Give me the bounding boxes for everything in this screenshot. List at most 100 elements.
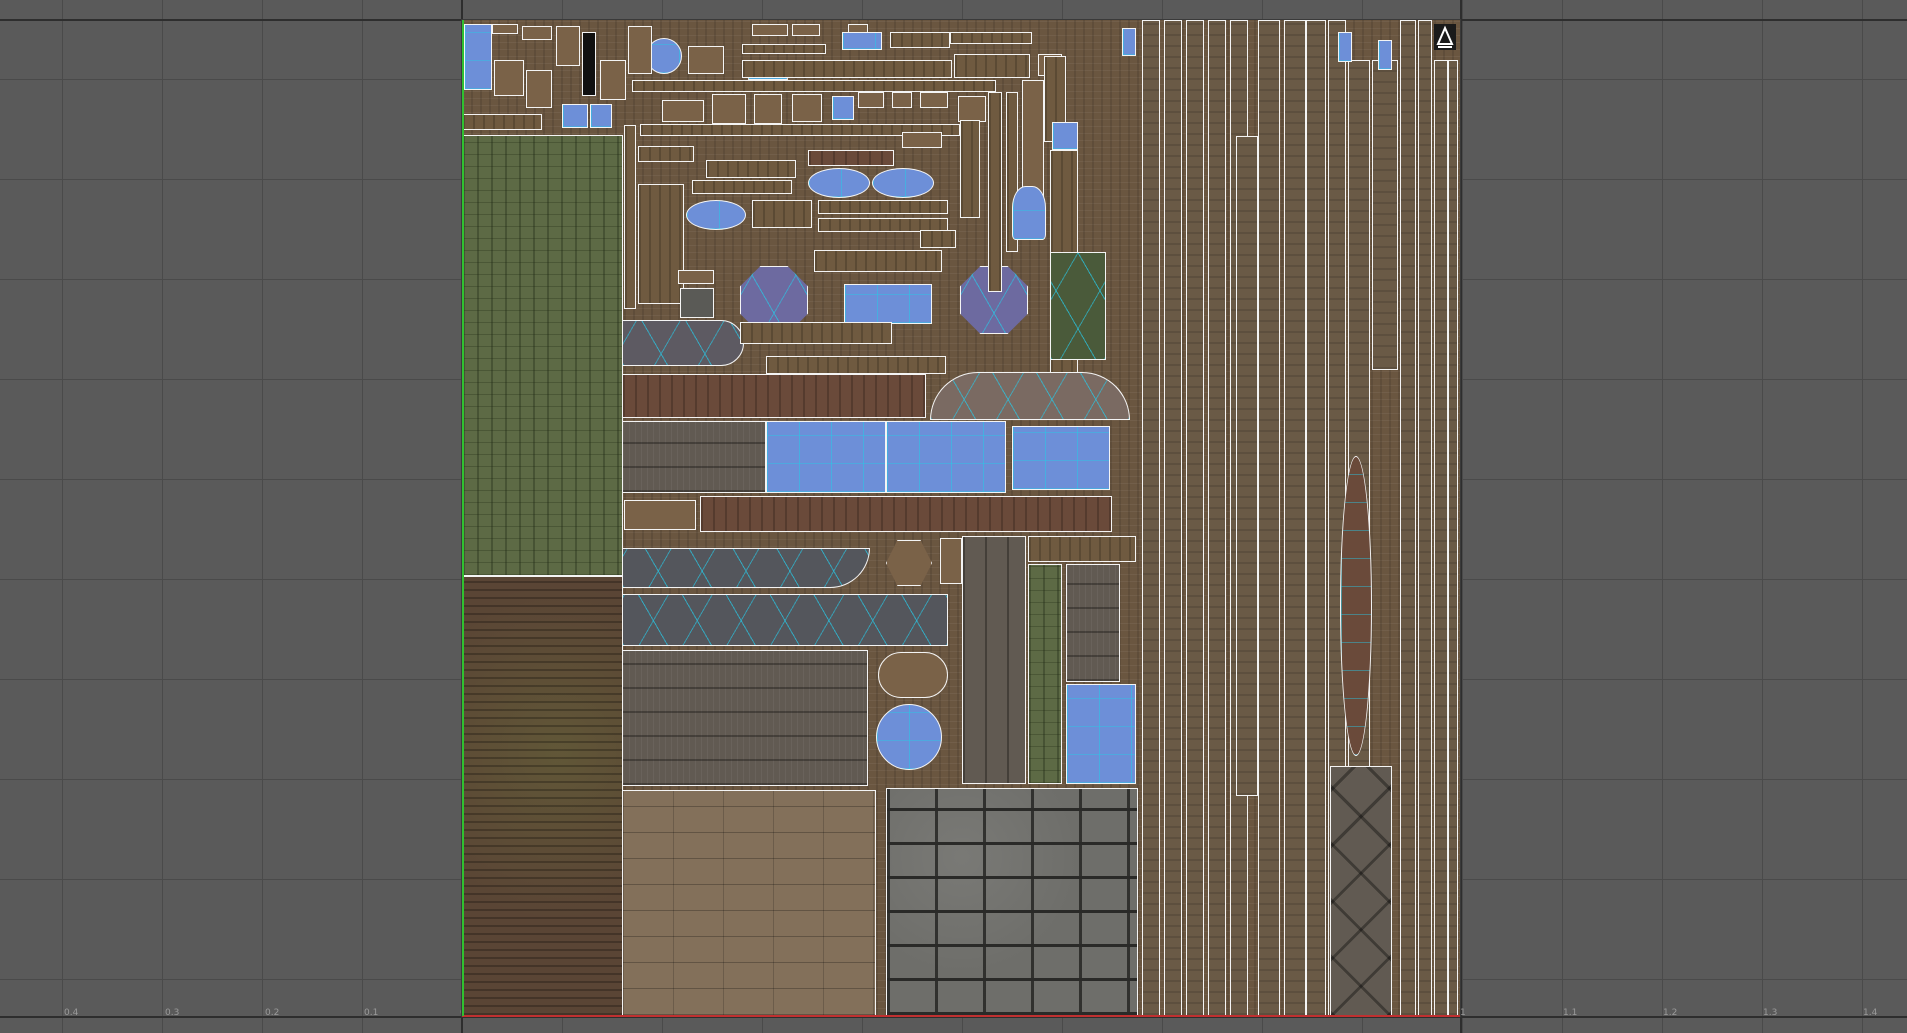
uv-island-stone-small[interactable] [680,288,714,318]
uv-island-dark[interactable] [582,32,596,96]
uv-island-selected[interactable] [464,24,492,90]
uv-island-planks[interactable] [622,650,868,786]
uv-island-oval-vertical[interactable] [1340,456,1372,756]
uv-island-small[interactable] [688,46,724,74]
uv-island-wireframe[interactable] [1050,252,1106,360]
uv-island-selected[interactable] [562,104,588,128]
uv-island-long-strip[interactable] [1186,20,1204,1016]
uv-island-long-strip[interactable] [1164,20,1182,1016]
uv-island-small[interactable] [1022,80,1044,200]
uv-island-small[interactable] [902,132,942,148]
uv-island-oval[interactable] [808,168,870,198]
uv-island-hull[interactable] [622,548,870,588]
uv-island-grass[interactable] [462,135,623,576]
uv-island-selected[interactable] [842,32,882,50]
uv-island-board[interactable] [766,356,946,374]
uv-island-long-strip[interactable] [1372,60,1398,370]
uv-island-selected[interactable] [832,96,854,120]
uv-island-small[interactable] [556,26,580,66]
uv-island-small[interactable] [492,24,518,34]
uv-island-small[interactable] [462,114,542,130]
uv-island-circle[interactable] [876,704,942,770]
uv-island-selected[interactable] [1338,32,1352,62]
uv-island-small[interactable] [712,94,746,124]
uv-island-long-strip[interactable] [1418,20,1432,1016]
uv-island-small[interactable] [662,100,704,122]
uv-island-selected[interactable] [886,421,1006,493]
uv-island-strip[interactable] [890,32,950,48]
uv-island-selected[interactable] [590,104,612,128]
uv-island-small[interactable] [858,92,884,108]
uv-island-strip[interactable] [742,60,952,78]
uv-island-long-strip[interactable] [1284,20,1306,1016]
uv-island-beam[interactable] [700,496,1112,532]
uv-island-small[interactable] [628,26,652,74]
uv-island-small[interactable] [754,94,782,124]
uv-island-small[interactable] [878,652,948,698]
uv-island-board[interactable] [624,125,636,309]
uv-island-planks[interactable] [622,421,766,493]
uv-island-board[interactable] [818,200,948,214]
uv-island-small[interactable] [792,24,820,36]
uv-island-selected[interactable] [1066,684,1136,784]
uv-island-oval[interactable] [686,200,746,230]
uv-island-small[interactable] [600,60,626,100]
uv-island-selected[interactable] [1378,40,1392,70]
uv-island-board[interactable] [638,184,684,304]
uv-island-long-strip[interactable] [1236,136,1258,796]
uv-island-selected[interactable] [1052,122,1078,150]
uv-island-small[interactable] [892,92,912,108]
uv-island-small[interactable] [752,24,788,36]
uv-island-small[interactable] [624,500,696,530]
uv-island-small[interactable] [522,26,552,40]
uv-island-board[interactable] [814,250,942,272]
uv-island-strip[interactable] [742,44,826,54]
uv-island-selected[interactable] [1122,28,1136,56]
uv-island-board[interactable] [740,322,892,344]
uv-island-small[interactable] [678,270,714,284]
uv-island-long-strip[interactable] [1142,20,1160,1016]
uv-island-strip[interactable] [632,80,996,92]
uv-island-small[interactable] [526,70,552,108]
uv-island-planks-vertical[interactable] [962,536,1026,784]
uv-island-selected[interactable] [1012,426,1110,490]
uv-island-long-strip[interactable] [1434,60,1448,1016]
uv-island-dirt-planks[interactable] [462,576,623,1016]
uv-island-planks[interactable] [1066,564,1120,682]
uv-island-long-strip[interactable] [1448,60,1458,1016]
uv-island-boat[interactable] [622,320,744,366]
uv-island-cobblestone[interactable] [886,788,1138,1016]
uv-island-sand-planks[interactable] [622,790,876,1016]
uv-island-board[interactable] [988,92,1002,292]
uv-island-small[interactable] [792,94,822,122]
uv-island-long-strip[interactable] [1306,20,1326,1016]
uv-island-board[interactable] [920,230,956,248]
uv-island-strip[interactable] [950,32,1032,44]
uv-island-strip[interactable] [954,54,1030,78]
uv-island-beam[interactable] [622,374,926,418]
uv-island-board[interactable] [692,180,792,194]
uv-island-board[interactable] [960,120,980,218]
uv-island-arc[interactable] [930,372,1130,420]
uv-island-board[interactable] [638,146,694,162]
uv-island-small[interactable] [494,60,524,96]
uv-island-selected[interactable] [1012,186,1046,240]
uv-island-board[interactable] [808,150,894,166]
pivot-icon[interactable] [1434,24,1456,50]
uv-texture-tile[interactable] [462,20,1460,1016]
uv-island-selected[interactable] [766,421,886,493]
uv-island-small[interactable] [940,538,962,584]
uv-island-hexagon[interactable] [886,540,932,586]
uv-island-hull[interactable] [622,594,948,646]
uv-island-planks-cross[interactable] [1330,766,1392,1016]
uv-island-long-strip[interactable] [1258,20,1280,1016]
uv-island-long-strip[interactable] [1208,20,1226,1016]
uv-island-small[interactable] [958,96,986,122]
uv-island-long-strip[interactable] [1400,20,1416,1016]
uv-island-board[interactable] [1028,536,1136,562]
uv-island-oval[interactable] [872,168,934,198]
uv-island-grass-strip[interactable] [1028,564,1062,784]
uv-island-small[interactable] [920,92,948,108]
uv-island-board[interactable] [706,160,796,178]
uv-island-selected[interactable] [844,284,932,324]
